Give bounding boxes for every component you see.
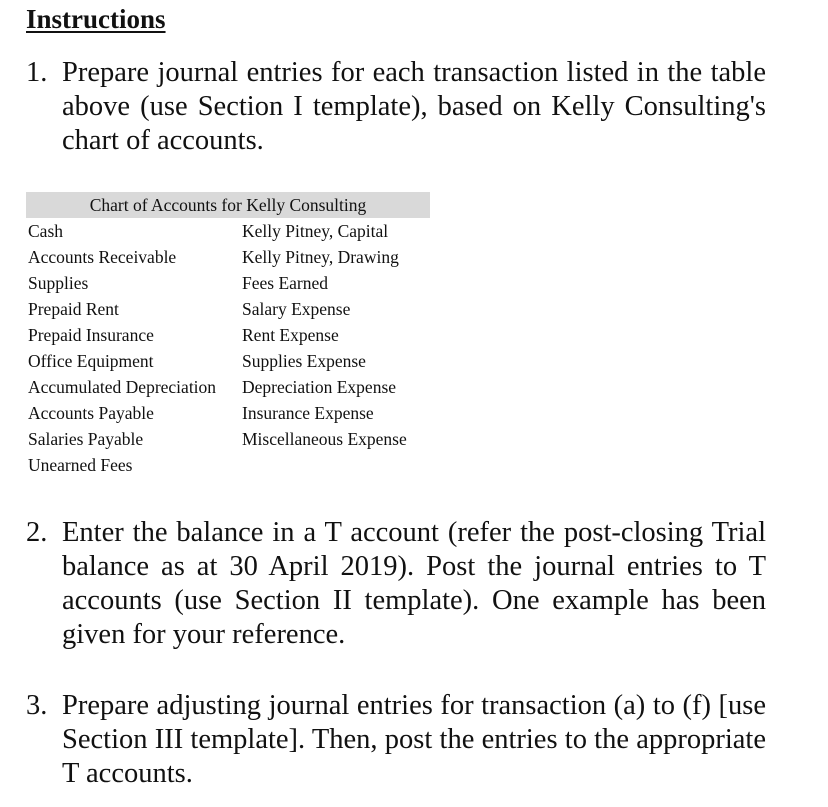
- account-right-6: Supplies Expense: [242, 351, 366, 371]
- account-left-10: Unearned Fees: [28, 455, 133, 475]
- chart-of-accounts-table: Chart of Accounts for Kelly Consulting C…: [26, 192, 430, 475]
- account-right-1: Kelly Pitney, Capital: [242, 221, 389, 241]
- account-left-2: Accounts Receivable: [28, 247, 177, 267]
- account-right-9: Miscellaneous Expense: [242, 429, 407, 449]
- account-left-6: Office Equipment: [28, 351, 154, 371]
- account-left-5: Prepaid Insurance: [28, 325, 154, 345]
- instruction-item-2: 2. Enter the balance in a T account (ref…: [26, 516, 766, 652]
- instruction-number: 1.: [26, 57, 48, 88]
- instruction-text: Prepare journal entries for each transac…: [62, 57, 766, 156]
- account-right-5: Rent Expense: [242, 325, 339, 345]
- account-right-8: Insurance Expense: [242, 403, 374, 423]
- instruction-text: Enter the balance in a T account (refer …: [62, 517, 766, 650]
- instruction-item-1: 1. Prepare journal entries for each tran…: [26, 56, 766, 158]
- instruction-number: 2.: [26, 517, 48, 548]
- account-left-8: Accounts Payable: [28, 403, 154, 423]
- account-left-9: Salaries Payable: [28, 429, 144, 449]
- instruction-number: 3.: [26, 690, 48, 721]
- chart-of-accounts-title: Chart of Accounts for Kelly Consulting: [26, 192, 430, 218]
- instruction-item-3: 3. Prepare adjusting journal entries for…: [26, 689, 766, 791]
- account-left-1: Cash: [28, 221, 63, 241]
- account-left-4: Prepaid Rent: [28, 299, 119, 319]
- account-left-3: Supplies: [28, 273, 89, 293]
- account-right-2: Kelly Pitney, Drawing: [242, 247, 399, 267]
- instructions-heading: Instructions: [26, 4, 166, 34]
- instruction-text: Prepare adjusting journal entries for tr…: [62, 690, 766, 789]
- account-right-3: Fees Earned: [242, 273, 329, 293]
- account-left-7: Accumulated Depreciation: [28, 377, 217, 397]
- account-right-7: Depreciation Expense: [242, 377, 397, 397]
- account-right-4: Salary Expense: [242, 299, 351, 319]
